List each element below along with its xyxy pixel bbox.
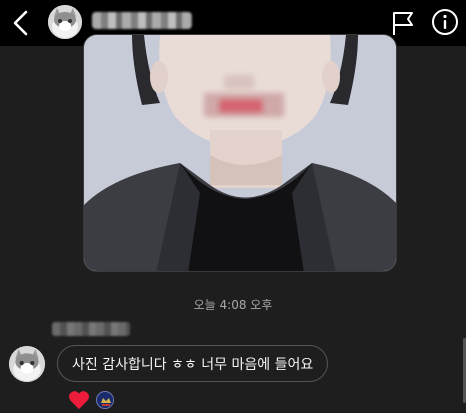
- flag-icon: [393, 12, 413, 35]
- info-icon: [432, 9, 458, 35]
- shared-photo[interactable]: [83, 34, 397, 272]
- report-button[interactable]: [389, 9, 417, 37]
- message-timestamp: 오늘 4:08 오후: [193, 298, 273, 312]
- cat-avatar-image: [48, 5, 82, 39]
- sender-avatar[interactable]: [9, 346, 45, 382]
- message-text: 사진 감사합니다 ㅎㅎ 너무 마음에 들어요: [72, 356, 314, 373]
- back-button[interactable]: [8, 7, 36, 39]
- username-blurred: [92, 12, 192, 29]
- chevron-left-icon: [13, 10, 28, 36]
- info-button[interactable]: [431, 8, 459, 36]
- portrait-photo: [84, 35, 396, 271]
- badge-icon: [98, 393, 113, 408]
- heart-icon[interactable]: [68, 390, 90, 410]
- avatar[interactable]: [48, 5, 82, 39]
- reactor-avatar[interactable]: [96, 391, 114, 409]
- cat-avatar-image: [9, 346, 45, 382]
- message-thread[interactable]: 오늘 4:08 오후 사진 감사합니다 ㅎㅎ 너무 마음에 들어요: [0, 34, 466, 413]
- message-reactions[interactable]: [68, 390, 114, 410]
- message-bubble[interactable]: 사진 감사합니다 ㅎㅎ 너무 마음에 들어요: [57, 345, 329, 382]
- sender-name-blurred: [52, 322, 130, 336]
